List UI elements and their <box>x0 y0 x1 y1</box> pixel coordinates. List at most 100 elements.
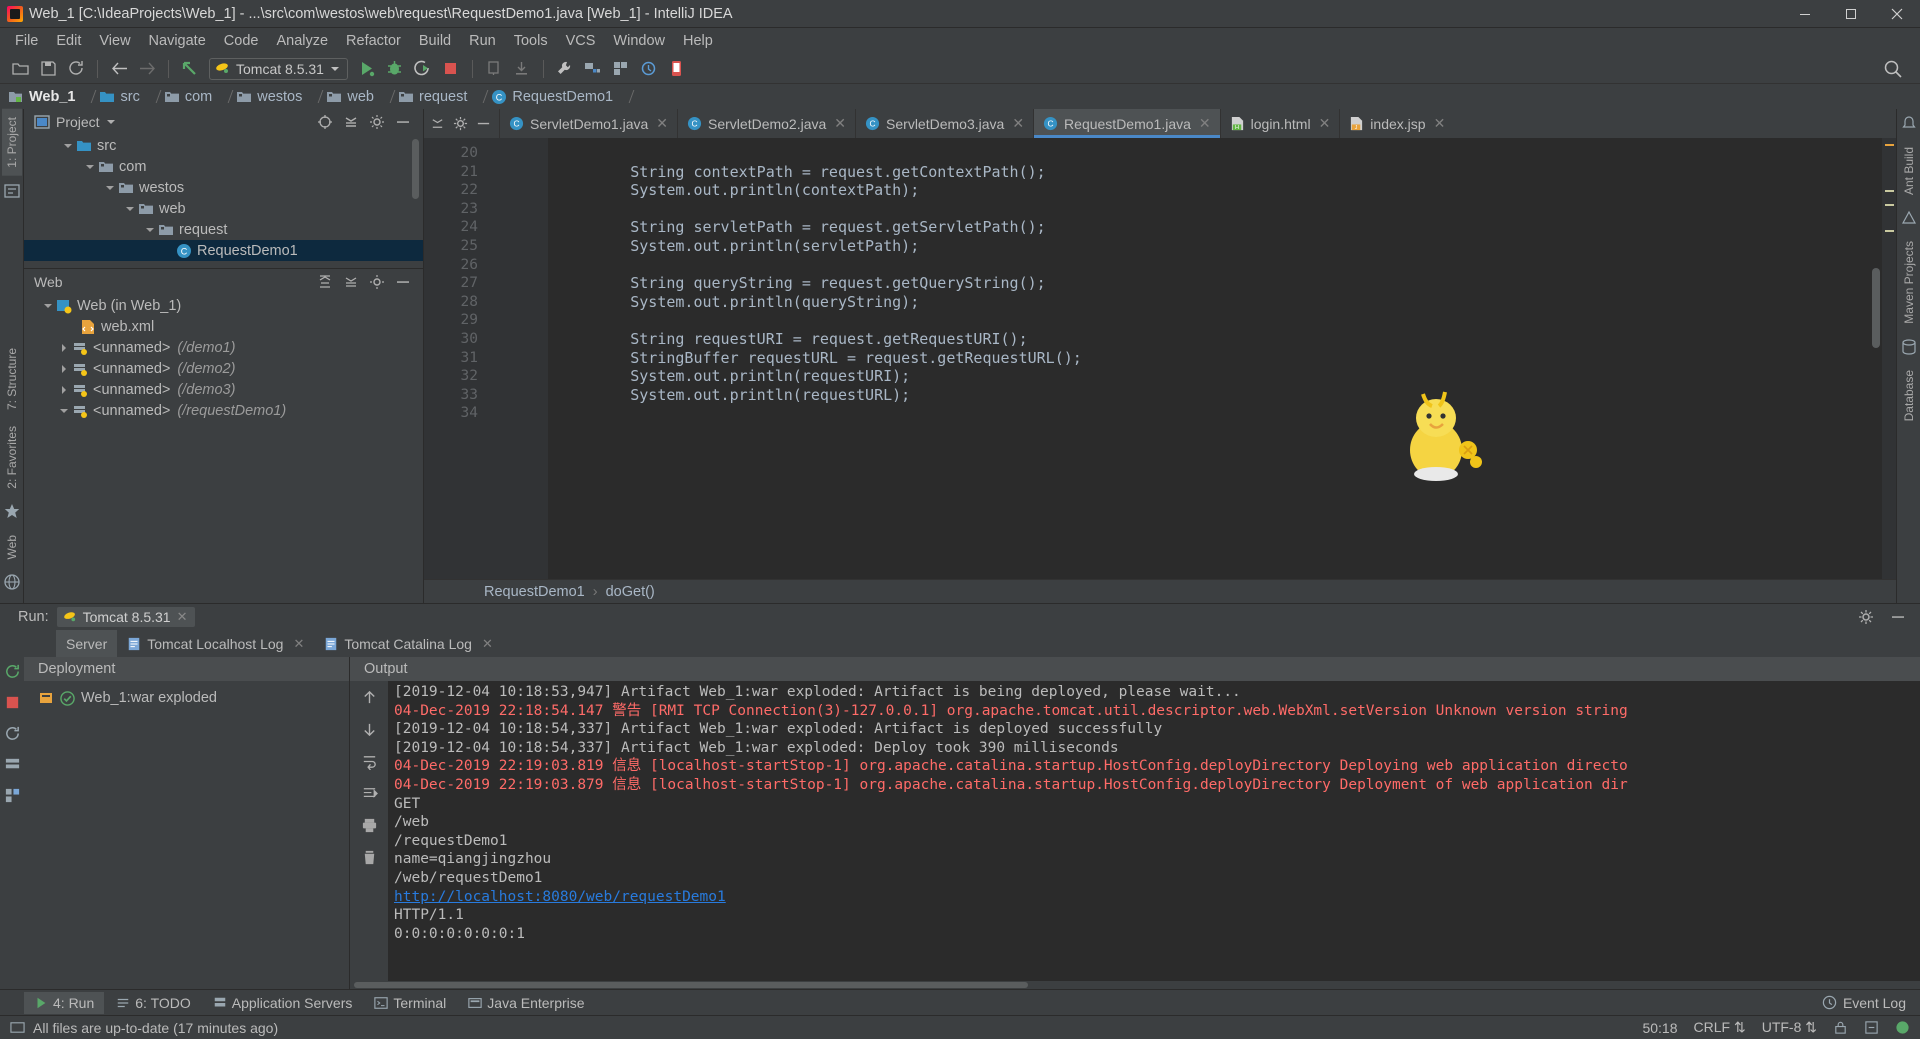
breadcrumb-item-class[interactable]: C RequestDemo1 <box>491 89 615 105</box>
inspection-icon[interactable] <box>1864 1020 1879 1035</box>
caret-position[interactable]: 50:18 <box>1642 1020 1677 1036</box>
install-icon[interactable] <box>509 57 535 81</box>
menu-run[interactable]: Run <box>460 30 505 52</box>
editor-tab-servletdemo2[interactable]: C ServletDemo2.java ✕ <box>677 109 855 138</box>
save-icon[interactable] <box>35 57 61 81</box>
memory-indicator-icon[interactable] <box>1895 1020 1910 1035</box>
run-tab-tomcat-catalina-log[interactable]: Tomcat Catalina Log ✕ <box>314 630 503 657</box>
tree-item-web-facet[interactable]: Web (in Web_1) <box>24 295 423 316</box>
mobile-icon[interactable] <box>664 57 690 81</box>
tree-item-web[interactable]: web <box>24 198 423 219</box>
menu-navigate[interactable]: Navigate <box>140 30 215 52</box>
gear-icon[interactable] <box>1858 609 1874 625</box>
notification-icon[interactable] <box>1900 115 1918 133</box>
file-encoding[interactable]: UTF-8 ⇅ <box>1762 1019 1817 1036</box>
hide-icon[interactable] <box>395 274 411 290</box>
close-icon[interactable]: ✕ <box>1319 115 1331 132</box>
menu-edit[interactable]: Edit <box>47 30 90 52</box>
code-text-area[interactable]: String contextPath = request.getContextP… <box>548 138 1882 579</box>
run-coverage-icon[interactable] <box>410 57 436 81</box>
project-tree-scrollbar[interactable] <box>412 139 419 199</box>
collapse-all-icon[interactable] <box>343 114 359 130</box>
tree-item-westos[interactable]: westos <box>24 177 423 198</box>
locate-icon[interactable] <box>317 114 333 130</box>
project-tree[interactable]: src com westos web request C RequestDemo… <box>24 135 423 268</box>
close-icon[interactable]: ✕ <box>1199 115 1211 132</box>
gear-icon[interactable] <box>369 274 385 290</box>
editor-tab-servletdemo1[interactable]: C ServletDemo1.java ✕ <box>499 109 677 138</box>
search-icon[interactable] <box>1880 57 1906 81</box>
tree-item-servlet-demo3[interactable]: <unnamed> (/demo3) <box>24 379 423 400</box>
up-arrow-icon[interactable] <box>361 689 378 706</box>
stop-icon[interactable] <box>438 57 464 81</box>
console-link[interactable]: http://localhost:8080/web/requestDemo1 <box>394 888 1920 907</box>
console-h-scrollbar[interactable] <box>350 981 1920 989</box>
sidebar-item-project[interactable]: 1: Project <box>1 109 22 176</box>
tree-item-com[interactable]: com <box>24 156 423 177</box>
web-tree[interactable]: Web (in Web_1) web.xml <unnamed> (/demo1… <box>24 295 423 603</box>
menu-view[interactable]: View <box>90 30 139 52</box>
gear-icon[interactable] <box>369 114 385 130</box>
collapse-all-icon[interactable] <box>343 274 359 290</box>
arrow-up-left-icon[interactable] <box>177 57 203 81</box>
hide-icon[interactable] <box>476 116 491 131</box>
run-tab-tomcat-localhost-log[interactable]: Tomcat Localhost Log ✕ <box>117 630 314 657</box>
breadcrumb-item-src[interactable]: src <box>99 89 141 105</box>
sidebar-item-favorites[interactable]: 2: Favorites <box>2 418 22 497</box>
bottom-item-application-servers[interactable]: Application Servers <box>203 992 363 1014</box>
line-separator[interactable]: CRLF ⇅ <box>1694 1019 1746 1036</box>
close-icon[interactable]: ✕ <box>177 609 188 625</box>
rerun-icon[interactable] <box>4 663 21 680</box>
tree-item-src[interactable]: src <box>24 135 423 156</box>
menu-vcs[interactable]: VCS <box>557 30 605 52</box>
run-configuration-selector[interactable]: Tomcat 8.5.31 <box>209 57 348 80</box>
debug-icon[interactable] <box>382 57 408 81</box>
breadcrumb-method[interactable]: doGet() <box>606 584 655 600</box>
update-icon[interactable] <box>636 57 662 81</box>
chevron-right-icon[interactable] <box>58 384 70 396</box>
open-icon[interactable] <box>7 57 33 81</box>
console-output[interactable]: [2019-12-04 10:18:53,947] Artifact Web_1… <box>388 681 1920 981</box>
gear-icon[interactable] <box>453 116 468 131</box>
collapse-icon[interactable] <box>430 116 445 131</box>
menu-analyze[interactable]: Analyze <box>267 30 337 52</box>
menu-refactor[interactable]: Refactor <box>337 30 410 52</box>
star-icon[interactable] <box>3 503 21 521</box>
expand-all-icon[interactable] <box>317 274 333 290</box>
chevron-down-icon[interactable] <box>58 405 70 417</box>
sidebar-item-database[interactable]: Database <box>1899 362 1919 429</box>
chevron-down-icon[interactable] <box>42 300 54 312</box>
close-icon[interactable]: ✕ <box>293 636 304 652</box>
sdk-icon[interactable] <box>608 57 634 81</box>
thread-dump-icon[interactable] <box>4 756 21 773</box>
menu-window[interactable]: Window <box>604 30 674 52</box>
sidebar-item-ant-build[interactable]: Ant Build <box>1899 139 1919 203</box>
chevron-down-icon[interactable] <box>84 161 96 173</box>
sync-icon[interactable] <box>63 57 89 81</box>
chevron-down-icon[interactable] <box>62 140 74 152</box>
bottom-item-terminal[interactable]: Terminal <box>364 992 456 1014</box>
chevron-down-icon[interactable] <box>124 203 136 215</box>
soft-wrap-icon[interactable] <box>361 753 378 770</box>
tree-item-webxml[interactable]: web.xml <box>24 316 423 337</box>
down-arrow-icon[interactable] <box>361 721 378 738</box>
database-icon[interactable] <box>1900 338 1918 356</box>
deploy-icon[interactable] <box>4 787 21 804</box>
tree-item-servlet-requestdemo1[interactable]: <unnamed> (/requestDemo1) <box>24 400 423 421</box>
breadcrumb-item-westos[interactable]: westos <box>236 89 304 105</box>
chevron-down-icon[interactable] <box>106 117 116 127</box>
hide-icon[interactable] <box>395 114 411 130</box>
menu-tools[interactable]: Tools <box>505 30 557 52</box>
tree-item-request[interactable]: request <box>24 219 423 240</box>
menu-code[interactable]: Code <box>215 30 268 52</box>
editor-scrollbar[interactable] <box>1872 268 1880 348</box>
project-structure-icon[interactable] <box>580 57 606 81</box>
run-icon[interactable] <box>354 57 380 81</box>
settings-wrench-icon[interactable] <box>552 57 578 81</box>
editor-tab-requestdemo1[interactable]: C RequestDemo1.java ✕ <box>1033 109 1220 138</box>
globe-icon[interactable] <box>3 573 21 591</box>
close-icon[interactable]: ✕ <box>482 636 493 652</box>
sidebar-item-maven-projects[interactable]: Maven Projects <box>1899 233 1919 332</box>
breadcrumb-class[interactable]: RequestDemo1 <box>484 584 585 600</box>
bottom-item-todo[interactable]: 6: TODO <box>106 992 201 1014</box>
